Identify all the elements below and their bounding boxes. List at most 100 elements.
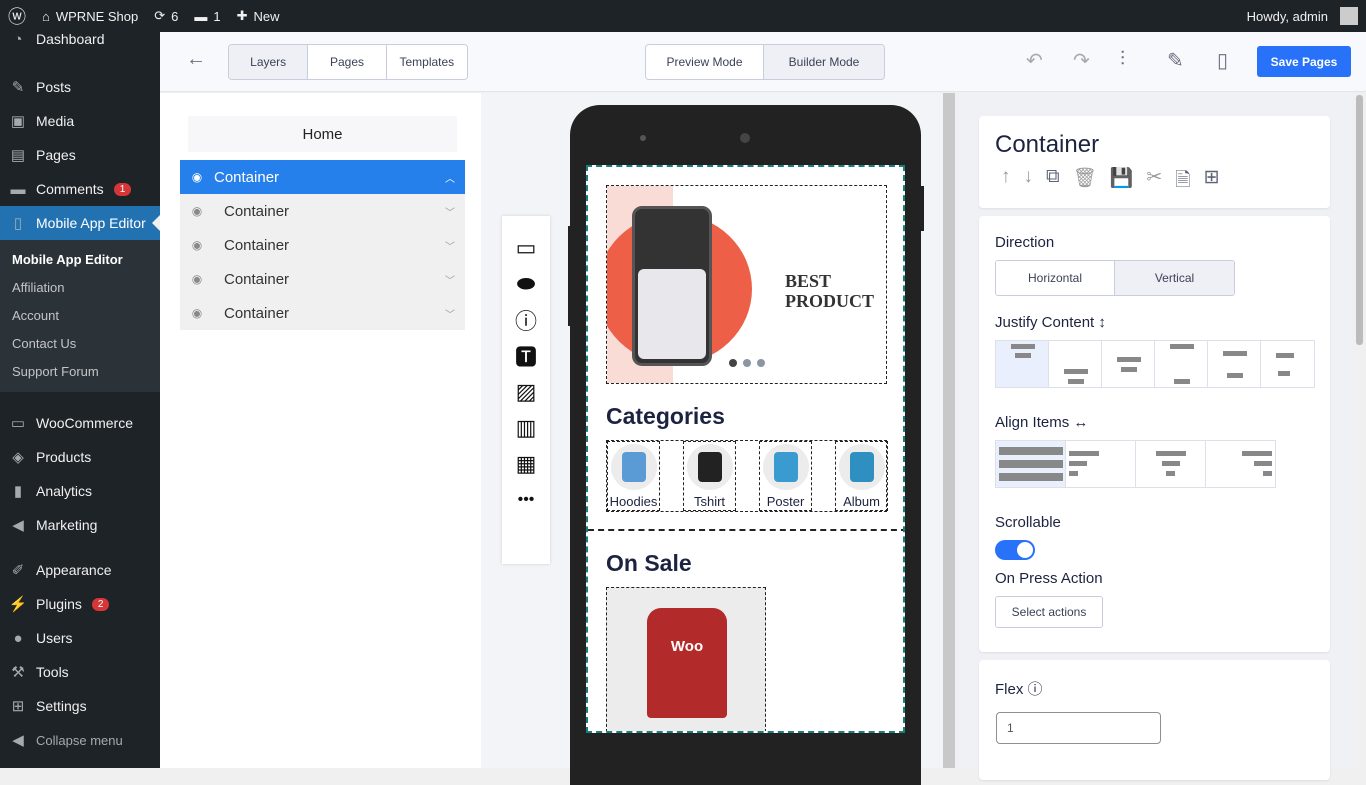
- sidebar-item-posts[interactable]: ✎ Posts: [0, 70, 160, 104]
- layer-item[interactable]: ◉ Container ﹀: [180, 194, 465, 228]
- align-stretch[interactable]: [996, 441, 1066, 487]
- wrench-icon: ⚒: [11, 664, 25, 681]
- sidebar-item-dashboard[interactable]: ◔ Dashboard: [0, 22, 160, 56]
- tab-templates[interactable]: Templates: [386, 45, 467, 79]
- submenu: Mobile App Editor Affiliation Account Conta…: [0, 240, 160, 392]
- category-item[interactable]: Album: [835, 441, 888, 511]
- product-card[interactable]: Woo: [606, 587, 766, 731]
- sidebar-item-comments[interactable]: ▬ Comments 1: [0, 172, 160, 206]
- chevron-up-icon[interactable]: ︿: [445, 170, 455, 185]
- sidebar-item-analytics[interactable]: ▮ Analytics: [0, 474, 160, 508]
- info-widget-icon[interactable]: ⓘ: [502, 302, 550, 338]
- direction-horizontal[interactable]: Horizontal: [996, 261, 1115, 295]
- sidebar-item-woocommerce[interactable]: ▭ WooCommerce: [0, 406, 160, 440]
- redo-icon[interactable]: ↷: [1073, 48, 1090, 73]
- inspector-scrollbar[interactable]: [1353, 93, 1366, 768]
- button-widget-icon[interactable]: ⬬: [502, 266, 550, 302]
- new-link[interactable]: ✚ New: [229, 0, 288, 32]
- sidebar-item-settings[interactable]: ⊞ Settings: [0, 689, 160, 723]
- mobile-icon[interactable]: ▯: [1217, 48, 1228, 73]
- phone-frame: BEST PRODUCT Categories Hoodies Tshirt Pos…: [570, 105, 921, 785]
- move-up-icon[interactable]: ↑: [1001, 166, 1011, 198]
- mobile-icon: ▯: [13, 215, 23, 232]
- sidebar-item-appearance[interactable]: ✐ Appearance: [0, 553, 160, 587]
- direction-label: Direction: [995, 234, 1055, 251]
- justify-center[interactable]: [1102, 341, 1155, 387]
- page-home[interactable]: Home: [188, 116, 457, 152]
- sidebar-item-pages[interactable]: ▤ Pages: [0, 138, 160, 172]
- preview-mode-button[interactable]: Preview Mode: [646, 45, 765, 79]
- sidebar-item-tools[interactable]: ⚒ Tools: [0, 655, 160, 689]
- justify-space-evenly[interactable]: [1261, 341, 1314, 387]
- submenu-item[interactable]: Affiliation: [0, 274, 160, 302]
- cut-icon[interactable]: ✂: [1146, 166, 1162, 198]
- tab-pages[interactable]: Pages: [308, 45, 387, 79]
- justify-end[interactable]: [1049, 341, 1102, 387]
- banner-slider[interactable]: BEST PRODUCT: [606, 185, 887, 384]
- text-widget-icon[interactable]: 🆃: [502, 338, 550, 374]
- duplicate-icon[interactable]: ⧉: [1046, 166, 1060, 198]
- save-icon[interactable]: 💾: [1110, 166, 1134, 198]
- scrollable-toggle[interactable]: [995, 540, 1035, 560]
- undo-icon[interactable]: ↶: [1026, 48, 1043, 73]
- select-actions-button[interactable]: Select actions: [995, 596, 1103, 628]
- align-start[interactable]: [1066, 441, 1136, 487]
- chevron-down-icon[interactable]: ﹀: [445, 306, 455, 321]
- sidebar-item-plugins[interactable]: ⚡ Plugins 2: [0, 587, 160, 621]
- banner-text: BEST PRODUCT: [785, 271, 874, 311]
- file-check-icon[interactable]: 🗎: [1175, 166, 1190, 198]
- layer-item[interactable]: ◉ Container ﹀: [180, 228, 465, 262]
- image-widget-icon[interactable]: ▨: [502, 374, 550, 410]
- builder-mode-button[interactable]: Builder Mode: [764, 45, 884, 79]
- trash-icon[interactable]: 🗑: [1073, 166, 1097, 198]
- eye-icon[interactable]: ◉: [180, 204, 214, 218]
- eye-icon[interactable]: ◉: [180, 170, 214, 184]
- sliders-icon[interactable]: ⫶: [1120, 48, 1125, 71]
- carousel-widget-icon[interactable]: ▥: [502, 410, 550, 446]
- chevron-down-icon[interactable]: ﹀: [445, 204, 455, 219]
- sidebar-item-media[interactable]: ▣ Media: [0, 104, 160, 138]
- sidebar-item-mobile-app-editor[interactable]: ▯ Mobile App Editor: [0, 206, 160, 240]
- grid-widget-icon[interactable]: ▦: [502, 446, 550, 482]
- category-item[interactable]: Poster: [759, 441, 812, 511]
- add-box-icon[interactable]: ⊞: [1204, 166, 1220, 198]
- edit-icon[interactable]: ✎: [1167, 48, 1184, 73]
- account-menu[interactable]: Howdy, admin: [1239, 0, 1366, 32]
- layer-item[interactable]: ◉ Container ︿: [180, 160, 465, 194]
- category-item[interactable]: Hoodies: [607, 441, 660, 511]
- submenu-item[interactable]: Mobile App Editor: [0, 246, 160, 274]
- dashboard-icon: ◔: [13, 30, 23, 48]
- align-center[interactable]: [1136, 441, 1206, 487]
- move-down-icon[interactable]: ↓: [1024, 166, 1034, 198]
- flex-input[interactable]: 1: [996, 712, 1161, 744]
- submenu-item[interactable]: Account: [0, 302, 160, 330]
- canvas-scrollbar[interactable]: [943, 93, 955, 768]
- comments-link[interactable]: ▬ 1: [186, 0, 228, 32]
- builder-canvas: ▭ ⬬ ⓘ 🆃 ▨ ▥ ▦ ••• BEST PRODUCT Categorie…: [481, 93, 943, 785]
- sidebar-item-users[interactable]: ● Users: [0, 621, 160, 655]
- chevron-down-icon[interactable]: ﹀: [445, 238, 455, 253]
- more-icon[interactable]: •••: [502, 482, 550, 518]
- submenu-item[interactable]: Contact Us: [0, 330, 160, 358]
- layer-item[interactable]: ◉ Container ﹀: [180, 296, 465, 330]
- layer-item[interactable]: ◉ Container ﹀: [180, 262, 465, 296]
- eye-icon[interactable]: ◉: [180, 238, 214, 252]
- category-image: [839, 444, 885, 490]
- eye-icon[interactable]: ◉: [180, 272, 214, 286]
- sidebar-item-collapse-menu[interactable]: ◀ Collapse menu: [0, 723, 160, 757]
- submenu-item[interactable]: Support Forum: [0, 358, 160, 386]
- justify-space-around[interactable]: [1208, 341, 1261, 387]
- sidebar-item-products[interactable]: ◈ Products: [0, 440, 160, 474]
- sidebar-item-marketing[interactable]: ◀ Marketing: [0, 508, 160, 542]
- category-item[interactable]: Tshirt: [683, 441, 736, 511]
- justify-space-between[interactable]: [1155, 341, 1208, 387]
- eye-icon[interactable]: ◉: [180, 306, 214, 320]
- back-arrow-icon[interactable]: ←: [186, 48, 206, 71]
- tab-layers[interactable]: Layers: [229, 45, 309, 79]
- save-pages-button[interactable]: Save Pages: [1257, 46, 1351, 77]
- direction-vertical[interactable]: Vertical: [1115, 261, 1234, 295]
- align-end[interactable]: [1206, 441, 1275, 487]
- justify-start[interactable]: [996, 341, 1049, 387]
- container-widget-icon[interactable]: ▭: [502, 230, 550, 266]
- chevron-down-icon[interactable]: ﹀: [445, 272, 455, 287]
